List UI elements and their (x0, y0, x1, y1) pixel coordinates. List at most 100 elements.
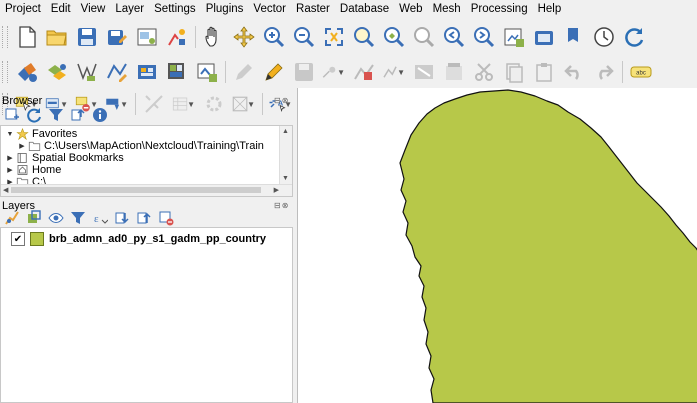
menu-item-edit[interactable]: Edit (46, 0, 76, 18)
filter-icon[interactable] (46, 106, 66, 124)
paste-features-icon[interactable] (471, 59, 497, 85)
layers-panel-controls[interactable]: ⊟⊗ (274, 201, 289, 210)
pencil-icon[interactable] (261, 59, 287, 85)
add-group-icon[interactable] (24, 209, 44, 227)
menu-item-project[interactable]: Project (0, 0, 46, 18)
scroll-right-icon[interactable]: ▶ (274, 186, 279, 194)
expand-arrow[interactable]: ▶ (5, 154, 15, 162)
zoom-last-icon[interactable] (441, 24, 467, 50)
expand-arrow[interactable]: ▶ (5, 166, 15, 174)
remove-layer-icon[interactable] (156, 209, 176, 227)
digitize-icon[interactable] (104, 59, 130, 85)
zoom-native-icon[interactable] (411, 24, 437, 50)
tree-item-training-folder[interactable]: ▶ C:\Users\MapAction\Nextcloud\Training\… (17, 140, 264, 152)
folder-icon (27, 140, 41, 152)
menu-item-vector[interactable]: Vector (248, 0, 291, 18)
zoom-to-selection-icon[interactable] (351, 24, 377, 50)
tree-item-favorites[interactable]: ▼ Favorites (5, 128, 77, 140)
layers-tree[interactable]: ✔ brb_admn_ad0_py_s1_gadm_pp_country (0, 227, 293, 403)
zoom-full-icon[interactable] (321, 24, 347, 50)
zoom-next-icon[interactable] (471, 24, 497, 50)
new-map-view-icon[interactable] (561, 24, 587, 50)
expand-arrow[interactable]: ▼ (5, 131, 15, 138)
menu-item-view[interactable]: View (76, 0, 111, 18)
print-layout-icon[interactable] (134, 24, 160, 50)
processing-toolbox-icon[interactable] (201, 91, 227, 117)
toggle-editing-icon[interactable] (231, 59, 257, 85)
zoom-out-icon[interactable] (291, 24, 317, 50)
temporal-controller-icon[interactable] (591, 24, 617, 50)
statistics-icon[interactable] (141, 91, 167, 117)
menu-item-mesh[interactable]: Mesh (428, 0, 466, 18)
toolbar-grip[interactable] (2, 61, 8, 83)
pan-to-selection-icon[interactable] (231, 24, 257, 50)
add-layer-icon[interactable] (2, 106, 22, 124)
collapse-layers-icon[interactable] (134, 209, 154, 227)
redo-arrow-icon[interactable] (591, 59, 617, 85)
scroll-down-icon[interactable]: ▼ (282, 175, 289, 182)
tree-item-home[interactable]: ▶ Home (5, 164, 61, 176)
country-polygon[interactable] (399, 89, 697, 403)
vertex-tool-icon[interactable] (351, 59, 377, 85)
menu-item-database[interactable]: Database (335, 0, 394, 18)
save-edits-icon[interactable] (291, 59, 317, 85)
redo-icon[interactable] (531, 59, 557, 85)
menu-item-web[interactable]: Web (394, 0, 427, 18)
collapse-all-icon[interactable] (68, 106, 88, 124)
zoom-in-icon[interactable] (261, 24, 287, 50)
menu-item-raster[interactable]: Raster (291, 0, 335, 18)
open-project-icon[interactable] (44, 24, 70, 50)
undo-arrow-icon[interactable] (561, 59, 587, 85)
save-as-icon[interactable] (104, 24, 130, 50)
add-vector-layer-icon[interactable] (44, 59, 70, 85)
manage-visibility-icon[interactable] (46, 209, 66, 227)
label-toolbar-icon[interactable]: abc (628, 59, 654, 85)
new-bookmark-icon[interactable] (501, 24, 527, 50)
horizontal-scrollbar[interactable]: ◀ ▶ (1, 184, 292, 196)
new-project-icon[interactable] (14, 24, 40, 50)
menu-item-processing[interactable]: Processing (466, 0, 533, 18)
expand-all-icon[interactable] (112, 209, 132, 227)
refresh-icon[interactable] (621, 24, 647, 50)
expand-arrow[interactable]: ▶ (17, 142, 27, 150)
menu-item-settings[interactable]: Settings (149, 0, 201, 18)
menu-item-help[interactable]: Help (533, 0, 567, 18)
layer-visibility-checkbox[interactable]: ✔ (11, 232, 25, 246)
data-source-manager-icon[interactable] (14, 59, 40, 85)
new-geopackage-icon[interactable] (134, 59, 160, 85)
cut-features-icon[interactable] (411, 59, 437, 85)
scroll-thumb[interactable] (11, 187, 261, 193)
layer-row[interactable]: ✔ brb_admn_ad0_py_s1_gadm_pp_country (11, 232, 266, 246)
undo-icon[interactable] (501, 59, 527, 85)
new-shapefile-icon[interactable] (164, 59, 190, 85)
attribute-table-icon[interactable]: ▼ (171, 91, 197, 117)
bookmark-book-icon (15, 152, 29, 164)
add-feature-icon[interactable]: ▼ (321, 59, 347, 85)
pan-icon[interactable] (201, 24, 227, 50)
show-bookmarks-icon[interactable] (531, 24, 557, 50)
browser-panel-controls[interactable]: ⊟⊗ (274, 96, 289, 105)
new-spatialite-icon[interactable] (194, 59, 220, 85)
zoom-to-layer-icon[interactable] (381, 24, 407, 50)
delete-feature-icon[interactable]: ▼ (381, 59, 407, 85)
add-raster-layer-icon[interactable] (74, 59, 100, 85)
filter-expression-icon[interactable]: ε (90, 209, 110, 227)
menu-item-plugins[interactable]: Plugins (201, 0, 249, 18)
measure-icon[interactable]: ▼ (231, 91, 257, 117)
vertical-scrollbar[interactable]: ▲ ▼ (279, 126, 292, 184)
copy-features-icon[interactable] (441, 59, 467, 85)
menu-item-layer[interactable]: Layer (110, 0, 149, 18)
toolbar-grip[interactable] (2, 26, 8, 48)
style-manager-icon[interactable] (164, 24, 190, 50)
save-project-icon[interactable] (74, 24, 100, 50)
info-icon[interactable] (90, 106, 110, 124)
refresh-browser-icon[interactable] (24, 106, 44, 124)
tree-item-spatial-bookmarks[interactable]: ▶ Spatial Bookmarks (5, 152, 123, 164)
filter-legend-icon[interactable] (68, 209, 88, 227)
browser-tree[interactable]: ▼ Favorites ▶ C:\Users\MapAction\Nextclo… (0, 125, 293, 197)
layer-styling-icon[interactable] (2, 209, 22, 227)
map-canvas[interactable] (297, 88, 697, 403)
scroll-up-icon[interactable]: ▲ (282, 128, 289, 135)
scroll-left-icon[interactable]: ◀ (3, 186, 8, 194)
digitizing-toolbar: ▼ ▼ abc (0, 56, 697, 88)
